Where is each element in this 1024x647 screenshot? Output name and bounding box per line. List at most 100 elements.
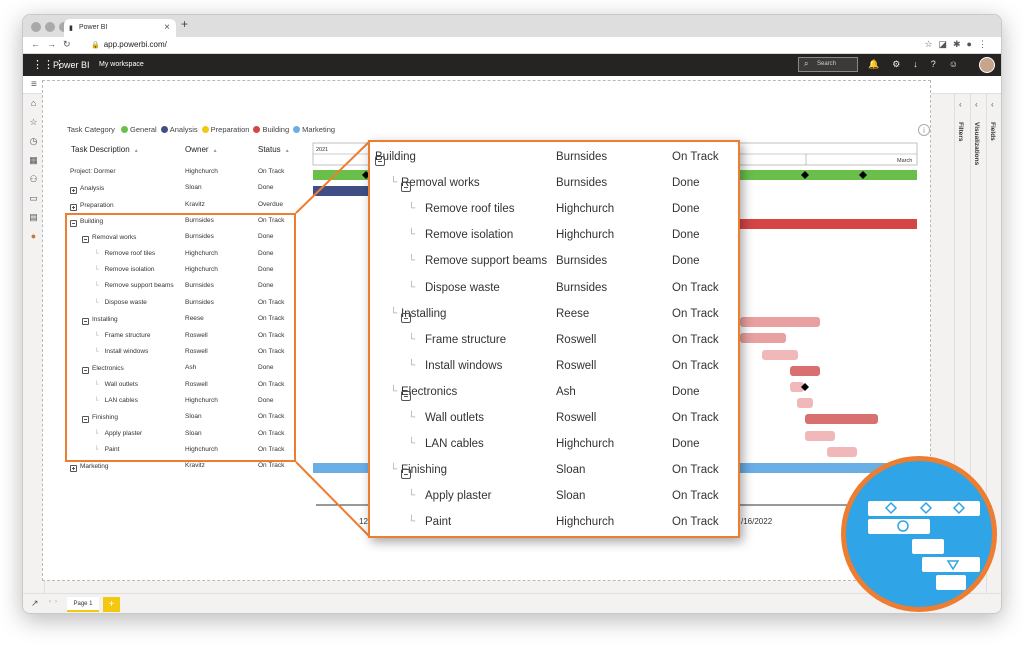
collapse-chevron-icon[interactable]: ‹ [991,100,994,109]
collapse-chevron-icon[interactable]: ‹ [959,100,962,109]
app-name[interactable]: Power BI [53,60,90,70]
zoom-table-row[interactable]: └ Electronics Ash Done [370,381,738,407]
legend-title: Task Category [67,125,115,134]
add-page-button[interactable]: + [103,597,120,612]
zoom-status-cell: Done [672,255,700,268]
zoom-status-cell: On Track [672,464,719,477]
collapse-icon[interactable] [401,182,411,193]
close-tab-icon[interactable]: × [164,22,170,33]
page-tab[interactable]: Page 1 [67,597,99,612]
search-icon: ⌕ [804,59,809,68]
zoom-table-row[interactable]: └ Apply plaster Sloan On Track [370,485,738,511]
tree-connector: └ [408,255,416,267]
zoom-table-row[interactable]: └ Dispose waste Burnsides On Track [370,277,738,303]
expand-icon[interactable] [70,187,77,195]
header-owner[interactable]: Owner ▲ [185,145,218,154]
apps-icon[interactable]: ▦ [23,151,44,170]
close-window-dot[interactable] [31,22,41,32]
zoom-table-row[interactable]: └ Remove support beams Burnsides Done [370,250,738,276]
forward-icon[interactable]: → [47,39,56,49]
page-nav-arrows[interactable]: ‹› [49,599,61,605]
zoom-table-row[interactable]: └ Removal works Burnsides Done [370,172,738,198]
header-status[interactable]: Status ▲ [258,145,290,154]
zoom-task-label: Removal works [401,177,480,190]
gantt-logo [841,456,997,612]
avatar[interactable] [979,57,995,73]
info-icon[interactable]: i [918,124,930,136]
gantt-date-right: /16/2022 [741,517,773,526]
zoom-owner-cell: Roswell [556,412,597,424]
lock-icon: 🔒 [91,42,100,49]
address-bar: ← → ↻ 🔒 app.powerbi.com/ ☆◪✱●⋮ [23,37,1001,54]
zoom-status-cell: On Track [672,333,719,346]
highlight-box [65,213,296,462]
zoom-owner-cell: Burnsides [556,255,608,268]
header-status-label: Status [258,145,281,154]
zoom-table-row[interactable]: └ LAN cables Highchurch Done [370,433,738,459]
favorites-icon[interactable]: ☆ [23,113,44,132]
browser-toolbar-icons[interactable]: ☆◪✱●⋮ [924,39,993,50]
legend-items: General Analysis Preparation Building Market… [117,125,335,134]
collapse-icon[interactable] [401,469,411,480]
task-label: Analysis [80,185,105,193]
zoom-table-row[interactable]: └ Install windows Roswell On Track [370,355,738,381]
zoom-table-row[interactable]: └ Installing Reese On Track [370,303,738,329]
zoom-owner-cell: Ash [556,385,576,398]
header-task-label: Task Description [71,145,130,154]
zoom-task-cell: Wall outlets [425,412,484,424]
browser-tab[interactable]: ▮ Power BI × [64,19,176,37]
header-task[interactable]: Task Description ▲ [71,145,139,154]
filters-pane-label: Filters [957,122,964,142]
collapse-icon[interactable] [375,156,385,166]
visualizations-pane-label: Visualizations [973,122,980,166]
home-icon[interactable]: ⌂ [23,94,44,113]
tree-connector: └ [390,464,398,476]
zoom-table-row[interactable]: └ Frame structure Roswell On Track [370,329,738,355]
workspace-link[interactable]: My workspace [99,61,144,68]
zoom-owner-cell: Reese [556,307,590,320]
zoom-status-cell: On Track [672,307,719,320]
hamburger-menu-icon[interactable]: ≡ [31,79,37,90]
zoom-table-row[interactable]: Building Burnsides On Track [370,146,738,172]
collapse-icon[interactable] [401,312,411,323]
zoom-task-label: Remove support beams [425,255,548,268]
table-row[interactable]: Preparation Kravitz Overdue [67,198,307,214]
zoom-task-cell: LAN cables [425,438,484,450]
tree-connector: └ [408,203,416,215]
collapse-chevron-icon[interactable]: ‹ [975,100,978,109]
zoom-callout: Building Burnsides On Track └ Removal works B… [368,140,740,538]
expand-icon[interactable]: ↗ [31,598,39,609]
expand-icon[interactable] [70,203,77,211]
zoom-table-row[interactable]: └ Wall outlets Roswell On Track [370,407,738,433]
collapse-icon[interactable] [401,390,411,401]
reload-icon[interactable]: ↻ [63,39,71,50]
zoom-status-cell: Done [672,385,700,398]
workspaces-icon[interactable]: ▤ [23,208,44,227]
legend-swatch [293,126,301,133]
header-action-icons[interactable]: 🔔⚙↓?☺ [868,59,971,70]
expand-icon[interactable] [70,465,77,473]
zoom-table-row[interactable]: └ Remove isolation Highchurch Done [370,224,738,250]
table-row[interactable]: Project: Dormer Highchurch On Track [67,165,307,181]
recent-icon[interactable]: ◷ [23,132,44,151]
tree-connector: └ [408,229,416,241]
new-tab-icon[interactable]: + [181,17,188,31]
shared-icon[interactable]: ⚇ [23,170,44,189]
owner-cell: Sloan [185,184,202,192]
zoom-task-label: Dispose waste [425,281,500,294]
user-workspace-icon[interactable]: ● [23,227,44,246]
zoom-task-label: LAN cables [425,438,484,451]
search-input[interactable]: ⌕ Search [798,57,858,72]
minimize-window-dot[interactable] [45,22,55,32]
back-icon[interactable]: ← [31,39,40,49]
zoom-status-cell: On Track [672,359,719,372]
zoom-table-row[interactable]: └ Paint Highchurch On Track [370,511,738,537]
url-text: app.powerbi.com/ [103,40,167,49]
zoom-table-row[interactable]: └ Finishing Sloan On Track [370,459,738,485]
zoom-owner-cell: Highchurch [556,438,615,451]
zoom-table-row[interactable]: └ Remove roof tiles Highchurch Done [370,198,738,224]
sort-icon: ▲ [133,148,139,154]
table-row[interactable]: Analysis Sloan Done [67,181,307,197]
url-field[interactable]: 🔒 app.powerbi.com/ [91,40,167,49]
learn-icon[interactable]: ▭ [23,189,44,208]
